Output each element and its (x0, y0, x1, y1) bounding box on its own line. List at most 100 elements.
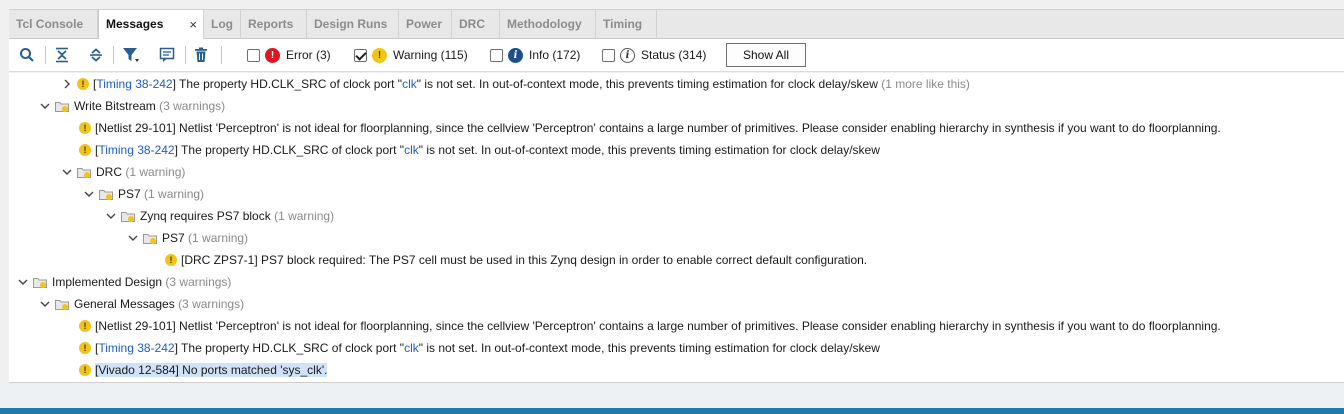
chevron-down-icon[interactable] (17, 276, 29, 288)
group-count: (1 warning) (188, 231, 249, 245)
group-label: DRC (96, 165, 122, 179)
message-body: ] The property HD.CLK_SRC of clock port … (174, 143, 405, 157)
status-filter[interactable]: i Status (314) (602, 47, 706, 63)
tree-group-implemented-design[interactable]: Implemented Design (3 warnings) (9, 271, 1344, 293)
tab-label: Timing (603, 17, 643, 31)
toolbar-separator (221, 46, 222, 64)
tab-timing[interactable]: Timing (596, 10, 657, 39)
chevron-down-icon[interactable] (39, 298, 51, 310)
tab-methodology[interactable]: Methodology (500, 10, 596, 39)
message-icon[interactable] (157, 46, 177, 64)
tab-label: DRC (459, 17, 485, 31)
collapse-all-icon[interactable] (52, 46, 72, 64)
tab-design-runs[interactable]: Design Runs (307, 10, 399, 39)
message-id-link[interactable]: Timing 38-242 (96, 77, 172, 91)
message-row[interactable]: ! [DRC ZPS7-1] PS7 block required: The P… (9, 249, 1344, 271)
folder-warning-icon (55, 299, 69, 310)
group-count: (3 warnings) (178, 297, 245, 311)
tree-group-general-messages[interactable]: General Messages (3 warnings) (9, 293, 1344, 315)
message-text: [DRC ZPS7-1] PS7 block required: The PS7… (181, 253, 868, 267)
warning-icon: ! (77, 78, 89, 90)
warning-icon: ! (79, 122, 91, 134)
tab-label: Tcl Console (16, 17, 84, 31)
message-body: ] The property HD.CLK_SRC of clock port … (174, 341, 405, 355)
message-text: [Timing 38-242] The property HD.CLK_SRC … (95, 143, 880, 157)
panel-gap (0, 384, 1344, 408)
group-count: (3 warnings) (159, 99, 226, 113)
message-row[interactable]: ! [Timing 38-242] The property HD.CLK_SR… (9, 73, 1344, 95)
message-row-selected[interactable]: ! [Vivado 12-584] No ports matched 'sys_… (9, 359, 1344, 381)
port-link[interactable]: clk (402, 77, 417, 91)
port-link[interactable]: clk (404, 341, 419, 355)
chevron-down-icon[interactable] (61, 166, 73, 178)
search-icon[interactable] (17, 46, 37, 64)
tab-label: Design Runs (314, 17, 388, 31)
tree-group-ps7[interactable]: PS7 (1 warning) (9, 183, 1344, 205)
info-filter-label: Info (172) (529, 48, 581, 62)
port-link[interactable]: clk (404, 143, 419, 157)
message-text: [Vivado 12-584] No ports matched 'sys_cl… (95, 363, 328, 377)
folder-warning-icon (143, 233, 157, 244)
message-text: [Netlist 29-101] Netlist 'Perceptron' is… (95, 319, 1221, 333)
folder-warning-icon (55, 101, 69, 112)
tab-drc[interactable]: DRC (452, 10, 500, 39)
status-filter-label: Status (314) (641, 48, 707, 62)
tab-messages[interactable]: Messages × (98, 10, 204, 40)
warning-icon: ! (79, 364, 91, 376)
tree-group-zynq-requires-ps7[interactable]: Zynq requires PS7 block (1 warning) (9, 205, 1344, 227)
message-text: [Timing 38-242] The property HD.CLK_SRC … (93, 77, 970, 91)
tab-power[interactable]: Power (399, 10, 452, 39)
chevron-down-icon[interactable] (127, 232, 139, 244)
message-body: " is not set. In out-of-context mode, th… (418, 143, 880, 157)
tab-log[interactable]: Log (204, 10, 241, 39)
tree-group-ps7-cell[interactable]: PS7 (1 warning) (9, 227, 1344, 249)
more-like-this[interactable]: (1 more like this) (881, 77, 970, 91)
tab-label: Messages (106, 17, 164, 31)
delete-icon[interactable] (191, 46, 211, 64)
tab-reports[interactable]: Reports (241, 10, 307, 39)
chevron-right-icon[interactable] (61, 78, 73, 90)
warning-icon: ! (79, 320, 91, 332)
folder-warning-icon (77, 167, 91, 178)
folder-warning-icon (121, 211, 135, 222)
error-checkbox[interactable] (247, 48, 260, 62)
show-all-button[interactable]: Show All (726, 43, 806, 67)
chevron-down-icon[interactable] (39, 100, 51, 112)
message-id-link[interactable]: Timing 38-242 (98, 143, 174, 157)
tab-bar: Tcl Console Messages × Log Reports Desig… (9, 9, 1344, 40)
info-checkbox[interactable] (490, 48, 503, 62)
tree-group-drc[interactable]: DRC (1 warning) (9, 161, 1344, 183)
warning-icon: ! (165, 254, 177, 266)
chevron-down-icon[interactable] (83, 188, 95, 200)
warning-checkbox[interactable] (354, 48, 367, 62)
message-text: [Netlist 29-101] Netlist 'Perceptron' is… (95, 121, 1221, 135)
group-label: General Messages (74, 297, 175, 311)
messages-tree: ! [Timing 38-242] The property HD.CLK_SR… (9, 73, 1344, 383)
group-count: (3 warnings) (165, 275, 232, 289)
chevron-down-icon[interactable] (105, 210, 117, 222)
info-filter[interactable]: i Info (172) (490, 47, 580, 63)
message-row[interactable]: ! [Netlist 29-101] Netlist 'Perceptron' … (9, 117, 1344, 139)
message-row[interactable]: ! [Timing 38-242] The property HD.CLK_SR… (9, 337, 1344, 359)
message-row[interactable]: ! [Netlist 29-101] Netlist 'Perceptron' … (9, 315, 1344, 337)
tree-group-write-bitstream[interactable]: Write Bitstream (3 warnings) (9, 95, 1344, 117)
tab-tcl-console[interactable]: Tcl Console (9, 10, 98, 39)
group-label: PS7 (162, 231, 185, 245)
error-filter[interactable]: ! Error (3) (247, 47, 331, 63)
group-count: (1 warning) (125, 165, 186, 179)
warning-icon: ! (79, 342, 91, 354)
message-row[interactable]: ! [Timing 38-242] The property HD.CLK_SR… (9, 139, 1344, 161)
filter-icon[interactable] (121, 46, 141, 64)
warning-filter[interactable]: ! Warning (115) (354, 47, 468, 63)
group-label: Implemented Design (52, 275, 163, 289)
status-checkbox[interactable] (602, 48, 615, 62)
message-body: " is not set. In out-of-context mode, th… (418, 341, 880, 355)
group-label: Write Bitstream (74, 99, 156, 113)
warning-icon: ! (79, 144, 91, 156)
message-id-link[interactable]: Timing 38-242 (98, 341, 174, 355)
expand-all-icon[interactable] (86, 46, 106, 64)
close-icon[interactable]: × (189, 10, 197, 39)
message-text: [Timing 38-242] The property HD.CLK_SRC … (95, 341, 880, 355)
tab-label: Methodology (507, 17, 582, 31)
error-filter-label: Error (3) (286, 48, 331, 62)
